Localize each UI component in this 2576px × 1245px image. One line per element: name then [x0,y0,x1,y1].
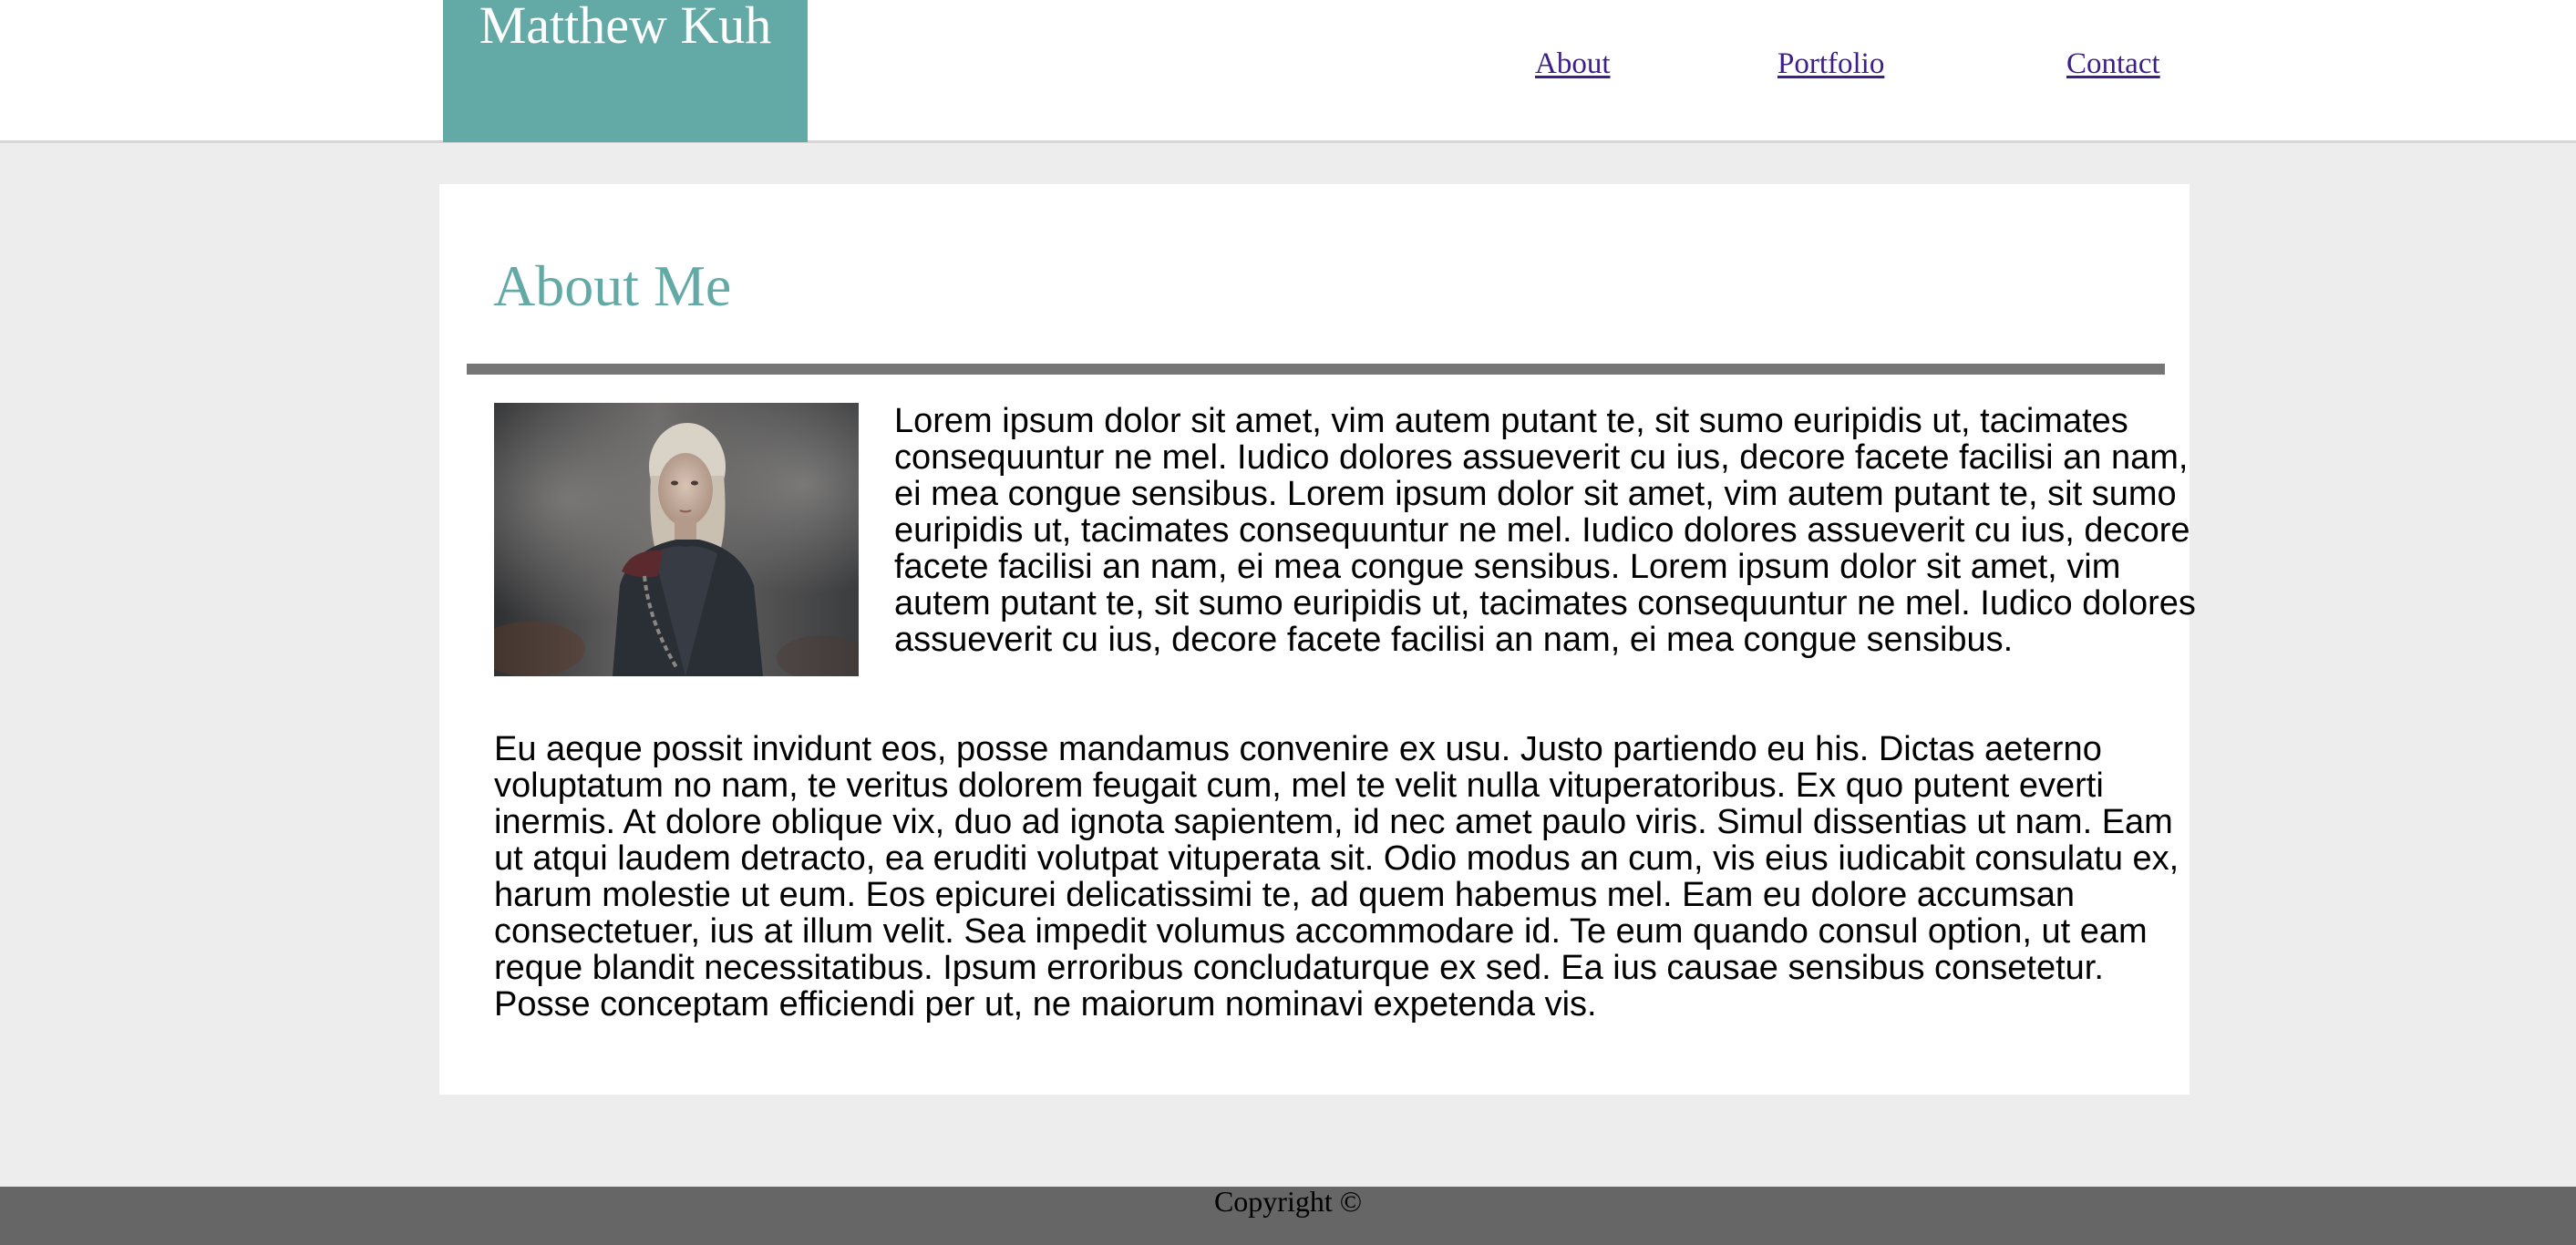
nav-link-contact[interactable]: Contact [2066,46,2160,82]
about-paragraph-1: Lorem ipsum dolor sit amet, vim autem pu… [894,402,2196,659]
logo-box[interactable]: Matthew Kuh [443,0,808,142]
about-card: About Me Lorem ipsum dolor sit amet, vim… [439,184,2196,1095]
site-logo-text[interactable]: Matthew Kuh [443,0,808,52]
profile-photo [494,403,859,676]
page-title: About Me [493,253,732,318]
nav-link-about[interactable]: About [1535,46,1611,82]
title-divider [467,364,2165,375]
copyright-text: Copyright © [1213,1185,1363,1218]
about-paragraph-2: Eu aeque possit invidunt eos, posse mand… [494,730,2179,1024]
site-footer: Copyright © [0,1187,2576,1245]
nav-link-portfolio[interactable]: Portfolio [1777,46,1884,82]
site-header: Matthew Kuh About Portfolio Contact [0,0,2576,143]
